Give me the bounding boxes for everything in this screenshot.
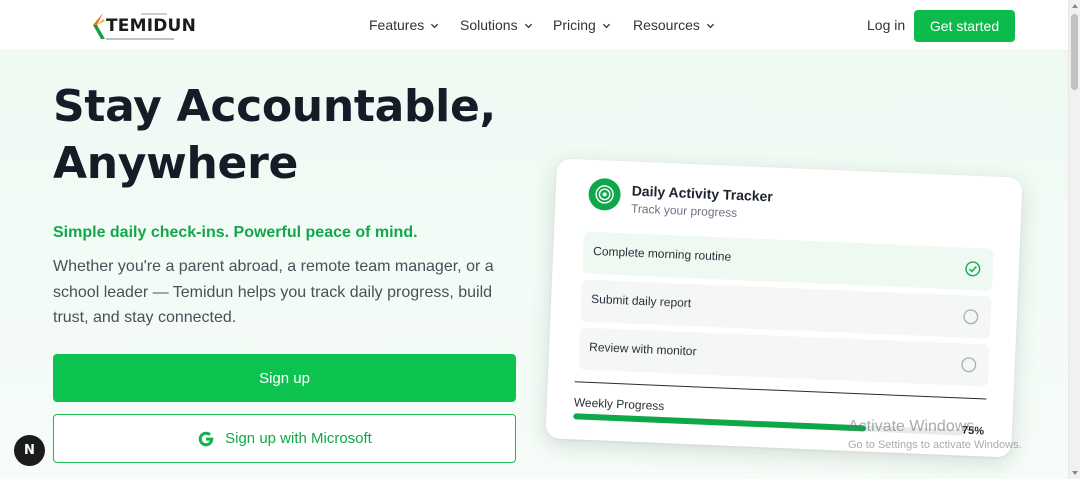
- tracker-title: Daily Activity Tracker: [631, 182, 774, 205]
- nav-item-label: Solutions: [460, 17, 518, 33]
- target-icon: [587, 177, 622, 212]
- logo-tagline-mark: [141, 13, 167, 15]
- nav-item-label: Features: [369, 17, 425, 33]
- nav-item-features[interactable]: Features: [369, 17, 439, 33]
- empty-circle-icon[interactable]: [962, 309, 979, 326]
- task-item[interactable]: Review with monitor: [578, 327, 990, 387]
- login-link[interactable]: Log in: [867, 17, 905, 33]
- chevron-down-icon: [602, 23, 610, 28]
- empty-circle-icon[interactable]: [960, 356, 977, 373]
- activation-watermark-title: Activate Windows: [848, 418, 975, 435]
- get-started-button[interactable]: Get started: [914, 10, 1015, 42]
- scroll-down-icon[interactable]: [1072, 471, 1078, 475]
- sign-up-microsoft-label: Sign up with Microsoft: [225, 430, 372, 447]
- page-scrollbar[interactable]: [1068, 0, 1080, 479]
- tracker-subtitle: Track your progress: [630, 201, 738, 220]
- task-label: Complete morning routine: [592, 243, 732, 264]
- hero-title: Stay Accountable, Anywhere: [53, 78, 513, 192]
- nav-item-pricing[interactable]: Pricing: [553, 17, 611, 33]
- sign-up-microsoft-button[interactable]: Sign up with Microsoft: [53, 414, 516, 463]
- nav-item-resources[interactable]: Resources: [633, 17, 715, 33]
- hero-description: Whether you're a parent abroad, a remote…: [53, 258, 494, 326]
- task-label: Submit daily report: [590, 291, 692, 311]
- temidun-logo-icon: [93, 13, 105, 39]
- progress-fill: [573, 413, 866, 432]
- activity-tracker-card: Daily Activity Tracker Track your progre…: [545, 158, 1023, 458]
- hero-tagline: Simple daily check-ins. Powerful peace o…: [53, 224, 418, 241]
- brand-name: TEMIDUN: [106, 16, 196, 36]
- card-divider: [574, 381, 987, 400]
- nav-item-solutions[interactable]: Solutions: [460, 17, 533, 33]
- activation-watermark-subtitle: Go to Settings to activate Windows.: [848, 439, 1022, 451]
- nav-item-label: Pricing: [553, 17, 596, 33]
- check-circle-icon[interactable]: [964, 261, 981, 278]
- brand-logo[interactable]: TEMIDUN: [91, 12, 196, 44]
- nav-item-label: Resources: [633, 17, 700, 33]
- chevron-down-icon: [431, 23, 439, 28]
- scroll-up-icon[interactable]: [1072, 4, 1078, 8]
- chevron-down-icon: [524, 23, 532, 28]
- nextjs-dev-badge[interactable]: N: [14, 435, 45, 466]
- sign-up-button[interactable]: Sign up: [53, 354, 516, 402]
- top-navbar: TEMIDUN Features Solutions Pricing Resou…: [0, 0, 1068, 51]
- task-label: Review with monitor: [588, 339, 697, 359]
- g-logo-icon: [198, 431, 214, 446]
- scrollbar-thumb[interactable]: [1071, 14, 1078, 90]
- chevron-down-icon: [706, 23, 715, 28]
- hero-title-line2: Anywhere: [53, 138, 299, 189]
- logo-tagline-mark: [106, 38, 174, 40]
- progress-label: Weekly Progress: [573, 395, 665, 414]
- hero-title-line1: Stay Accountable,: [53, 81, 496, 132]
